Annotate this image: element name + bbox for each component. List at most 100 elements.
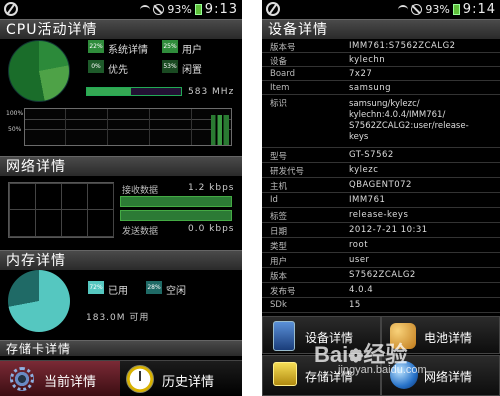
info-value: QBAGENT072 [349, 180, 412, 190]
cpu-system-label: 系统详情 [108, 45, 148, 56]
info-key: SDk [270, 300, 287, 310]
info-row: 发布号 4.0.4 [262, 284, 500, 298]
receive-label: 接收数据 [122, 186, 159, 196]
info-row: Board 7x27 [262, 68, 500, 81]
clock-time: 9:14 [462, 2, 496, 17]
info-row: Id IMM761 [262, 194, 500, 208]
memory-free-label: 空闲 [166, 286, 186, 297]
memory-used-swatch: 72% [88, 281, 104, 294]
left-phone-screen: 93% 9:13 CPU活动详情 22% 系统详情 25% 用户 0% 优先 5… [0, 0, 242, 396]
gear-icon [10, 367, 34, 391]
fingerprint-line: kylechn:4.0.4/IMM761/ [349, 110, 446, 120]
memory-available: 183.0M 可用 [86, 313, 150, 323]
info-row: 主机 QBAGENT072 [262, 179, 500, 193]
cpu-idle-label: 闲置 [182, 65, 202, 76]
info-value: 15 [349, 300, 361, 310]
info-row-fingerprint: 标识 samsung/kylezc/ kylechn:4.0.4/IMM761/… [262, 96, 500, 148]
network-graph [8, 182, 114, 238]
tab-current-label: 当前详情 [44, 375, 97, 390]
info-row: Item samsung [262, 82, 500, 95]
storage-section-header[interactable]: 存储卡详情 [0, 340, 242, 356]
tab-history-label: 历史详情 [162, 375, 215, 390]
info-value: S7562ZCALG2 [349, 270, 416, 280]
app-logo-icon [266, 2, 280, 16]
wifi-icon [398, 5, 409, 14]
info-value: 2012-7-21 10:31 [349, 225, 428, 235]
receive-bar [120, 196, 232, 207]
graph-max-label: 100% [6, 110, 24, 117]
info-key: 标签 [270, 212, 288, 222]
battery-percent: 93% [425, 3, 450, 16]
watermark-paw-icon: ❁ [348, 346, 364, 366]
info-row: 研发代号 kylezc [262, 164, 500, 178]
info-value: 4.0.4 [349, 285, 374, 295]
watermark-url: jingyan.baidu.com [338, 364, 427, 376]
info-key: Board [270, 69, 295, 79]
tab-current-details[interactable]: 当前详情 [0, 361, 120, 396]
storage-icon [273, 362, 297, 386]
memory-section-header[interactable]: 内存详情 [0, 250, 242, 270]
cpu-pie-chart [8, 40, 70, 102]
cpu-user-swatch: 25% [162, 40, 178, 53]
info-row: 日期 2012-7-21 10:31 [262, 224, 500, 238]
tab-history-details[interactable]: 历史详情 [120, 361, 242, 396]
info-row: 类型 root [262, 239, 500, 253]
info-value: IMM761 [349, 195, 386, 205]
cpu-idle-swatch: 53% [162, 60, 178, 73]
info-key: 类型 [270, 242, 288, 252]
info-key: 版本号 [270, 43, 296, 53]
info-key: 用户 [270, 257, 288, 267]
clock-time: 9:13 [204, 2, 238, 17]
send-value: 0.0 kbps [188, 224, 235, 234]
status-bar: 93% 9:14 [262, 0, 500, 18]
memory-used-label: 已用 [108, 286, 128, 297]
status-bar: 93% 9:13 [0, 0, 242, 18]
info-value: kylezc [349, 165, 379, 175]
app-logo-icon [4, 2, 18, 16]
cpu-section-header[interactable]: CPU活动详情 [0, 19, 242, 39]
memory-pie-chart [8, 270, 70, 332]
info-value: GT-S7562 [349, 150, 394, 160]
info-key: Id [270, 195, 278, 205]
mute-icon [153, 4, 165, 15]
mute-icon [411, 4, 423, 15]
network-section-header[interactable]: 网络详情 [0, 156, 242, 176]
info-value: kylechn [349, 55, 386, 65]
battery-icon [452, 4, 460, 15]
wifi-icon [140, 5, 151, 14]
info-value: release-keys [349, 210, 409, 220]
graph-mid-label: 50% [8, 126, 22, 133]
info-key: 设备 [270, 57, 288, 67]
memory-free-swatch: 28% [146, 281, 162, 294]
bottom-tab-bar: 当前详情 历史详情 [0, 360, 242, 396]
info-row: 用户 user [262, 254, 500, 268]
info-value: samsung [349, 83, 392, 93]
status-icons: 93% 9:14 [398, 2, 496, 17]
info-key: 标识 [270, 99, 288, 109]
info-value: user [349, 255, 370, 265]
info-row: SDk 15 [262, 299, 500, 313]
info-key: 发布号 [270, 287, 296, 297]
fingerprint-line: samsung/kylezc/ [349, 99, 420, 109]
cpu-frequency: 583 MHz [188, 87, 235, 97]
cpu-usage-fill [87, 88, 132, 95]
device-section-header: 设备详情 [262, 19, 500, 39]
info-value: root [349, 240, 369, 250]
cpu-nice-swatch: 0% [88, 60, 104, 73]
clock-icon [126, 365, 154, 393]
info-row: 标签 release-keys [262, 209, 500, 223]
info-value: 7x27 [349, 69, 373, 79]
cpu-history-graph [24, 108, 232, 146]
cpu-nice-label: 优先 [108, 65, 128, 76]
status-icons: 93% 9:13 [140, 2, 238, 17]
cpu-system-swatch: 22% [88, 40, 104, 53]
cpu-user-label: 用户 [182, 45, 202, 56]
info-row: 设备 kylechn [262, 54, 500, 67]
info-row: 型号 GT-S7562 [262, 149, 500, 163]
battery-percent: 93% [167, 3, 192, 16]
info-key: 日期 [270, 227, 288, 237]
tablet-icon [273, 321, 295, 351]
info-value: IMM761:S7562ZCALG2 [349, 41, 456, 51]
fingerprint-line: S7562ZCALG2:user/release- [349, 121, 469, 131]
receive-value: 1.2 kbps [188, 183, 235, 193]
